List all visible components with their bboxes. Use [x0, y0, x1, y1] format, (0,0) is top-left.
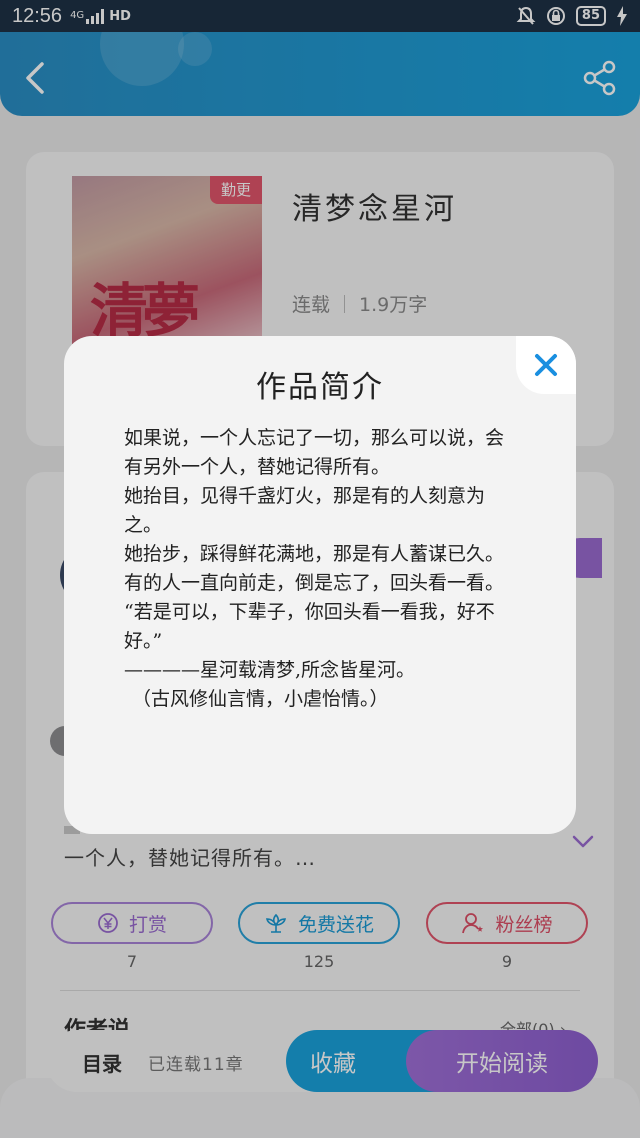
synopsis-paragraph: 有的人一直向前走，倒是忘了，回头看一看。	[124, 572, 505, 594]
synopsis-paragraph: （古风修仙言情，小虐怡情。）	[132, 688, 389, 710]
synopsis-paragraph: 她抬步，踩得鲜花满地，那是有人蓄谋已久。	[124, 543, 505, 565]
synopsis-paragraph: “若是可以，下辈子，你回头看一看我，好不好。”	[124, 601, 495, 652]
synopsis-paragraph: 她抬目，见得千盏灯火，那是有的人刻意为之。	[124, 485, 486, 536]
dialog-title: 作品简介	[256, 370, 384, 405]
synopsis-paragraph: ————星河载清梦,所念皆星河。	[124, 659, 416, 681]
synopsis-paragraph: 如果说，一个人忘记了一切，那么可以说，会有另外一个人，替她记得所有。	[124, 427, 505, 478]
synopsis-text: 如果说，一个人忘记了一切，那么可以说，会有另外一个人，替她记得所有。 她抬目，见…	[124, 424, 504, 714]
